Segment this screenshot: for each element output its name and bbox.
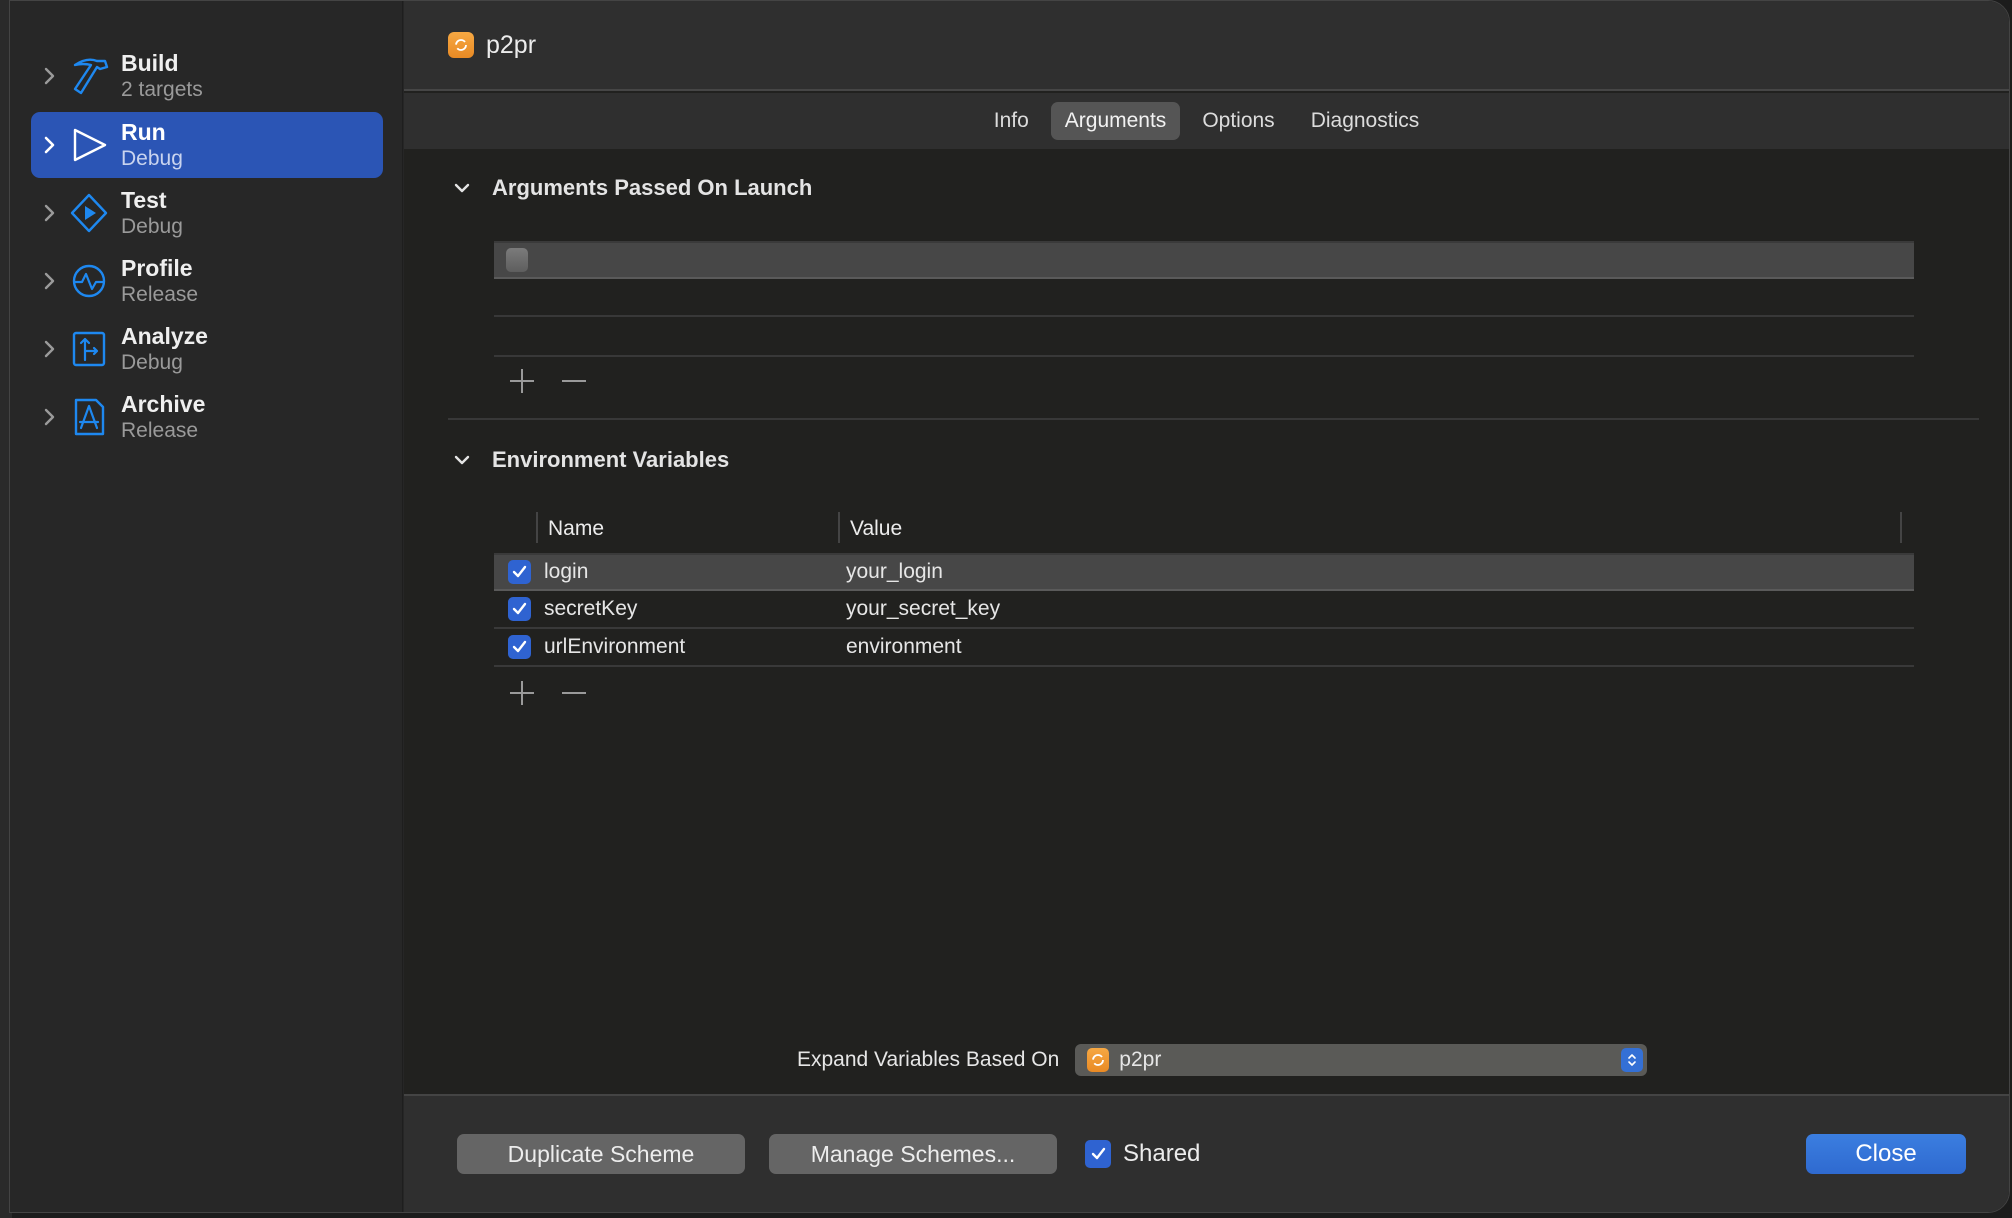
- chevron-right-icon[interactable]: [33, 67, 67, 85]
- test-diamond-icon: [69, 191, 109, 235]
- environment-add-remove: [508, 679, 588, 707]
- arguments-add-remove: [508, 367, 588, 395]
- column-separator: [1900, 512, 1902, 543]
- environment-section-header[interactable]: Environment Variables: [454, 447, 729, 473]
- tab-arguments[interactable]: Arguments: [1050, 102, 1181, 140]
- environment-variables-table: Name Value login your_login secretKey yo…: [494, 509, 1914, 667]
- tab-info[interactable]: Info: [980, 102, 1043, 140]
- sidebar-item-title: Analyze: [121, 322, 208, 349]
- table-row[interactable]: urlEnvironment environment: [494, 629, 1914, 667]
- hammer-icon: [69, 54, 109, 98]
- add-argument-button[interactable]: [508, 367, 536, 395]
- remove-variable-button[interactable]: [560, 679, 588, 707]
- environment-section-title: Environment Variables: [492, 447, 730, 472]
- arguments-section-header[interactable]: Arguments Passed On Launch: [454, 175, 812, 201]
- waveform-circle-icon: [69, 259, 109, 303]
- close-button[interactable]: Close: [1806, 1134, 1966, 1174]
- sidebar-item-subtitle: Debug: [121, 351, 183, 375]
- expand-variables-label: Expand Variables Based On: [797, 1048, 1060, 1071]
- checkmark-icon: [1091, 1147, 1105, 1160]
- variable-name[interactable]: urlEnvironment: [544, 635, 685, 659]
- tab-options[interactable]: Options: [1188, 102, 1288, 140]
- expand-variables-popup[interactable]: p2pr: [1075, 1044, 1648, 1076]
- section-divider: [448, 418, 1979, 420]
- sidebar-item-analyze[interactable]: Analyze Debug: [31, 316, 383, 382]
- scheme-header: p2pr: [404, 1, 2009, 91]
- sheet-footer: Duplicate Scheme Manage Schemes... Share…: [404, 1094, 2009, 1212]
- scheme-tabs: Info Arguments Options Diagnostics: [404, 93, 2009, 149]
- duplicate-scheme-button[interactable]: Duplicate Scheme: [457, 1134, 745, 1174]
- variable-enabled-checkbox[interactable]: [508, 635, 531, 659]
- add-variable-button[interactable]: [508, 679, 536, 707]
- chevron-right-icon[interactable]: [33, 408, 67, 426]
- sidebar-item-archive[interactable]: Archive Release: [31, 384, 383, 450]
- sidebar-item-title: Build: [121, 49, 179, 76]
- variable-enabled-checkbox[interactable]: [508, 597, 531, 621]
- branch-square-icon: [69, 327, 109, 371]
- variable-value[interactable]: your_secret_key: [846, 597, 1000, 621]
- sidebar-item-subtitle: 2 targets: [121, 78, 203, 102]
- checkmark-icon: [512, 640, 527, 653]
- manage-schemes-button[interactable]: Manage Schemes...: [769, 1134, 1057, 1174]
- column-header-value[interactable]: Value: [850, 517, 902, 541]
- sidebar-item-test[interactable]: Test Debug: [31, 180, 383, 246]
- scheme-editor-sheet: Build 2 targets Run Debug Test Debug Pro…: [9, 0, 2010, 1213]
- column-separator: [838, 512, 840, 543]
- table-row[interactable]: login your_login: [494, 553, 1914, 591]
- app-store-doc-icon: [69, 395, 109, 439]
- chevron-down-icon[interactable]: [454, 454, 470, 466]
- expand-variables-row: Expand Variables Based On p2pr: [797, 1044, 1648, 1076]
- sidebar-item-subtitle: Debug: [121, 147, 183, 171]
- sidebar-item-title: Profile: [121, 254, 193, 281]
- column-header-name[interactable]: Name: [548, 517, 604, 541]
- row-separator: [494, 355, 1914, 357]
- chevron-right-icon[interactable]: [33, 136, 67, 154]
- variable-enabled-checkbox[interactable]: [508, 560, 531, 584]
- checkmark-icon: [512, 602, 527, 615]
- checkmark-icon: [512, 565, 527, 578]
- sidebar-item-subtitle: Release: [121, 283, 199, 307]
- shared-checkbox[interactable]: [1085, 1140, 1111, 1168]
- scheme-title: p2pr: [486, 30, 537, 59]
- sidebar-item-subtitle: Debug: [121, 215, 183, 239]
- tab-diagnostics[interactable]: Diagnostics: [1297, 102, 1434, 140]
- expand-variables-value: p2pr: [1119, 1048, 1162, 1071]
- sidebar-item-profile[interactable]: Profile Release: [31, 248, 383, 314]
- shared-toggle[interactable]: Shared: [1085, 1140, 1200, 1168]
- chevron-right-icon[interactable]: [33, 272, 67, 290]
- sidebar-item-run[interactable]: Run Debug: [31, 112, 383, 178]
- scheme-detail-pane: p2pr Info Arguments Options Diagnostics …: [404, 1, 2009, 1212]
- arguments-section-title: Arguments Passed On Launch: [492, 175, 813, 200]
- column-separator: [536, 512, 538, 543]
- up-down-chevron-icon[interactable]: [1621, 1048, 1644, 1072]
- table-header: Name Value: [494, 509, 1914, 553]
- chevron-right-icon[interactable]: [33, 204, 67, 222]
- scheme-target-icon: [1087, 1048, 1110, 1072]
- sidebar-item-title: Run: [121, 118, 166, 145]
- argument-enabled-checkbox[interactable]: [506, 248, 528, 272]
- chevron-right-icon[interactable]: [33, 340, 67, 358]
- sidebar-item-build[interactable]: Build 2 targets: [31, 43, 383, 109]
- variable-name[interactable]: login: [544, 560, 588, 584]
- scheme-target-icon: [448, 32, 474, 58]
- sidebar-item-subtitle: Release: [121, 419, 199, 443]
- argument-row[interactable]: [494, 241, 1914, 279]
- play-icon: [69, 123, 109, 167]
- table-row[interactable]: secretKey your_secret_key: [494, 591, 1914, 629]
- shared-label: Shared: [1123, 1140, 1201, 1167]
- chevron-down-icon[interactable]: [454, 182, 470, 194]
- arguments-list: [494, 241, 1914, 357]
- variable-value[interactable]: your_login: [846, 560, 943, 584]
- sidebar-item-title: Test: [121, 186, 167, 213]
- remove-argument-button[interactable]: [560, 367, 588, 395]
- sidebar-item-title: Archive: [121, 390, 206, 417]
- scheme-actions-sidebar: Build 2 targets Run Debug Test Debug Pro…: [10, 1, 403, 1212]
- variable-name[interactable]: secretKey: [544, 597, 637, 621]
- variable-value[interactable]: environment: [846, 635, 962, 659]
